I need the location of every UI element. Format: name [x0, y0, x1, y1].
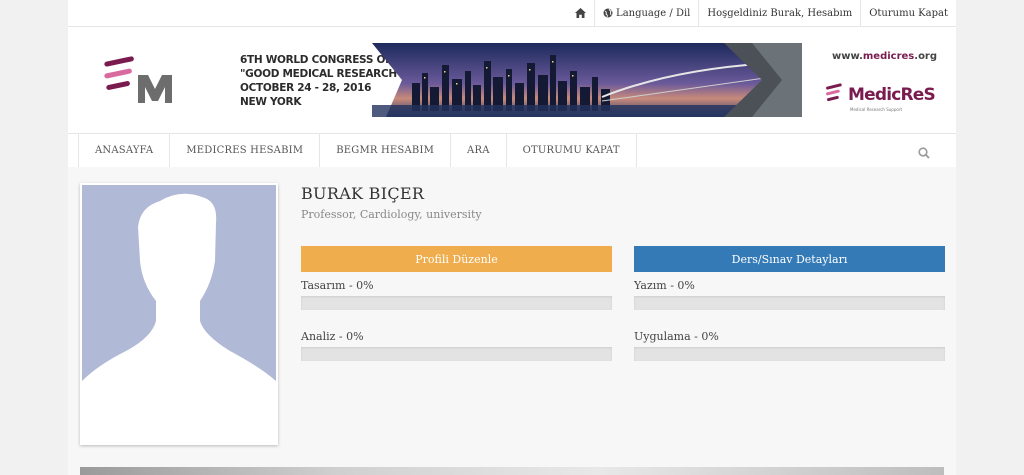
medicres-brand-name: MedicReS — [848, 85, 936, 105]
language-selector[interactable]: Language / Dil — [594, 0, 698, 26]
site-suffix: .org — [914, 51, 938, 62]
congress-banner[interactable]: 6TH WORLD CONGRESS ON "GOOD MEDICAL RESE… — [238, 41, 938, 119]
logout-link[interactable]: Oturumu Kapat — [860, 0, 956, 26]
banner-line-2: "GOOD MEDICAL RESEARCH" — [240, 68, 403, 80]
top-bar: Language / Dil Hoşgeldiniz Burak, Hesabı… — [68, 0, 956, 27]
profile-avatar — [80, 183, 278, 445]
banner-text: 6TH WORLD CONGRESS ON "GOOD MEDICAL RESE… — [240, 53, 403, 109]
banner-line-3: OCTOBER 24 - 28, 2016 — [240, 82, 372, 94]
nav-item-oturumu-kapat[interactable]: OTURUMU KAPAT — [507, 134, 637, 167]
skill-label-tasarim: Tasarım - 0% — [301, 279, 374, 292]
skill-bar-uygulama — [634, 347, 945, 361]
site-brand: medicres — [862, 51, 915, 62]
banner-line-4: NEW YORK — [240, 96, 302, 108]
skill-label-uygulama: Uygulama - 0% — [634, 330, 719, 343]
site-prefix: www. — [832, 51, 863, 62]
search-icon[interactable] — [918, 144, 930, 163]
medicres-brand-sub: Medical Research Support — [850, 107, 903, 112]
city-skyline-image — [372, 43, 802, 117]
course-details-button[interactable]: Ders/Sınav Detayları — [634, 246, 945, 272]
bottom-image-strip — [80, 467, 944, 475]
nav-item-medicres-hesabim[interactable]: MEDICRES HESABIM — [170, 134, 321, 167]
skill-label-analiz: Analiz - 0% — [301, 330, 364, 343]
header: 6TH WORLD CONGRESS ON "GOOD MEDICAL RESE… — [68, 27, 956, 133]
nav-item-ara[interactable]: ARA — [451, 134, 507, 167]
main-nav: ANASAYFA MEDICRES HESABIM BEGMR HESABIM … — [68, 133, 956, 168]
site-logo[interactable] — [102, 51, 182, 109]
nav-menu: ANASAYFA MEDICRES HESABIM BEGMR HESABIM … — [78, 134, 637, 167]
profile-title: Professor, Cardiology, university — [301, 208, 482, 221]
profile-name: BURAK BIÇER — [301, 184, 425, 203]
account-link[interactable]: Hoşgeldiniz Burak, Hesabım — [698, 0, 860, 26]
skill-bar-tasarim — [301, 296, 612, 310]
globe-icon — [603, 8, 613, 18]
skill-label-yazim: Yazım - 0% — [634, 279, 695, 292]
page-container: Language / Dil Hoşgeldiniz Burak, Hesabı… — [68, 0, 956, 475]
home-icon — [575, 8, 587, 18]
nav-item-anasayfa[interactable]: ANASAYFA — [79, 134, 171, 167]
edit-profile-button[interactable]: Profili Düzenle — [301, 246, 612, 272]
skill-bar-yazim — [634, 296, 945, 310]
profile-content: BURAK BIÇER Professor, Cardiology, unive… — [68, 167, 956, 475]
nav-item-begmr-hesabim[interactable]: BEGMR HESABIM — [320, 134, 452, 167]
language-label: Language / Dil — [616, 7, 691, 19]
banner-line-1: 6TH WORLD CONGRESS ON — [240, 54, 394, 66]
skill-bar-analiz — [301, 347, 612, 361]
banner-website: www.medicres.org — [832, 51, 937, 62]
home-link[interactable] — [567, 0, 594, 26]
